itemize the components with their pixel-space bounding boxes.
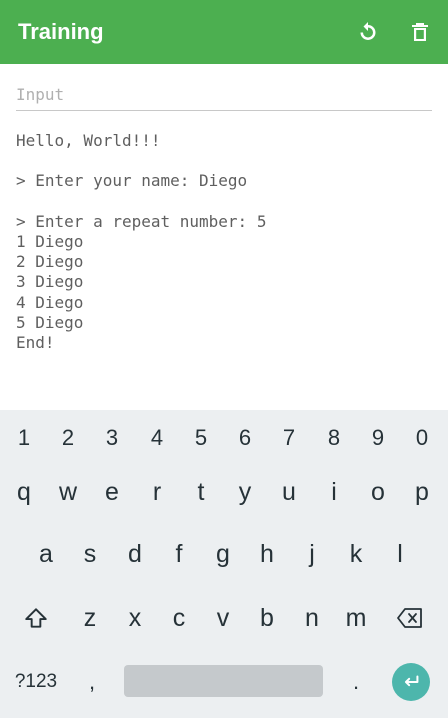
key-1[interactable]: 1 <box>2 420 46 456</box>
key-q[interactable]: q <box>2 470 46 514</box>
key-3[interactable]: 3 <box>90 420 134 456</box>
console-output: Hello, World!!! > Enter your name: Diego… <box>16 131 432 353</box>
key-e[interactable]: e <box>90 470 134 514</box>
console-line: End! <box>16 332 55 352</box>
key-h[interactable]: h <box>245 532 289 576</box>
console-line: 5 Diego <box>16 312 84 332</box>
key-d[interactable]: d <box>113 532 157 576</box>
shift-icon <box>25 608 47 628</box>
backspace-key[interactable] <box>386 596 434 640</box>
key-2[interactable]: 2 <box>46 420 90 456</box>
enter-key[interactable] <box>392 663 430 701</box>
key-u[interactable]: u <box>267 470 311 514</box>
key-m[interactable]: m <box>334 596 378 640</box>
console-line: > Enter your name: Diego <box>16 171 248 191</box>
console-line: Hello, World!!! <box>16 131 161 150</box>
key-w[interactable]: w <box>46 470 90 514</box>
period-key[interactable]: . <box>336 662 376 702</box>
key-k[interactable]: k <box>334 532 378 576</box>
key-c[interactable]: c <box>157 596 201 640</box>
key-8[interactable]: 8 <box>312 420 356 456</box>
enter-icon <box>404 675 419 687</box>
key-7[interactable]: 7 <box>267 420 311 456</box>
app-title: Training <box>18 19 104 44</box>
key-a[interactable]: a <box>24 532 68 576</box>
key-o[interactable]: o <box>356 470 400 514</box>
key-n[interactable]: n <box>290 596 334 640</box>
key-9[interactable]: 9 <box>356 420 400 456</box>
key-6[interactable]: 6 <box>223 420 267 456</box>
shift-key[interactable] <box>12 596 60 640</box>
key-x[interactable]: x <box>113 596 157 640</box>
comma-key[interactable]: , <box>72 662 112 702</box>
key-0[interactable]: 0 <box>400 420 444 456</box>
key-y[interactable]: y <box>223 470 267 514</box>
key-l[interactable]: l <box>378 532 422 576</box>
key-v[interactable]: v <box>201 596 245 640</box>
app-bar: Training <box>0 0 448 64</box>
console-line: > Enter a repeat number: 5 <box>16 211 267 231</box>
key-z[interactable]: z <box>68 596 112 640</box>
key-t[interactable]: t <box>179 470 223 514</box>
key-i[interactable]: i <box>312 470 356 514</box>
key-g[interactable]: g <box>201 532 245 576</box>
key-f[interactable]: f <box>157 532 201 576</box>
console-line: 1 Diego <box>16 231 84 251</box>
refresh-button[interactable] <box>352 16 384 48</box>
key-p[interactable]: p <box>400 470 444 514</box>
key-4[interactable]: 4 <box>135 420 179 456</box>
key-5[interactable]: 5 <box>179 420 223 456</box>
key-r[interactable]: r <box>135 470 179 514</box>
symbols-key[interactable]: ?123 <box>6 662 66 702</box>
input-field-container <box>16 80 432 111</box>
console-line: 3 Diego <box>16 272 84 292</box>
key-b[interactable]: b <box>245 596 289 640</box>
trash-icon <box>412 23 428 41</box>
key-j[interactable]: j <box>290 532 334 576</box>
refresh-icon <box>360 22 376 40</box>
space-bar[interactable] <box>124 665 323 697</box>
console-line: 4 Diego <box>16 292 84 312</box>
soft-keyboard: 1 2 3 4 5 6 7 8 9 0 q w e r t y u i o p … <box>0 410 448 718</box>
input-field[interactable] <box>16 80 432 108</box>
backspace-icon <box>397 608 422 628</box>
key-s[interactable]: s <box>68 532 112 576</box>
delete-button[interactable] <box>404 16 436 48</box>
console-line: 2 Diego <box>16 252 84 272</box>
